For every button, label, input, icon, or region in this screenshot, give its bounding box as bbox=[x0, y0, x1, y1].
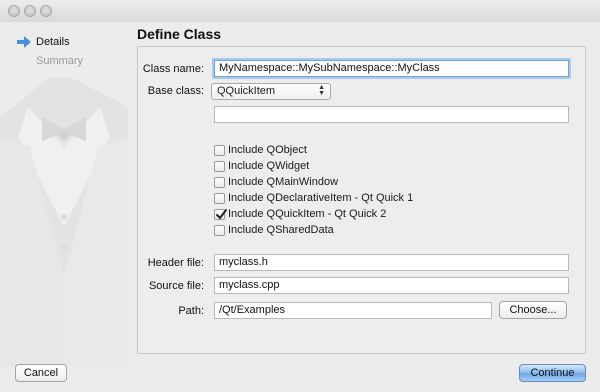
include-qshareddata-checkbox[interactable] bbox=[214, 225, 225, 236]
path-input[interactable]: /Qt/Examples bbox=[214, 302, 492, 319]
include-qmainwindow-checkbox[interactable] bbox=[214, 177, 225, 188]
class-name-label: Class name: bbox=[142, 63, 204, 75]
header-file-label: Header file: bbox=[147, 257, 204, 269]
checkmark-icon bbox=[216, 209, 227, 220]
wizard-sidebar: Details Summary bbox=[0, 22, 128, 367]
header-file-input[interactable]: myclass.h bbox=[214, 254, 569, 271]
details-panel: Class name: MyNamespace::MySubNamespace:… bbox=[137, 46, 586, 354]
source-file-label: Source file: bbox=[148, 280, 204, 292]
tuxedo-illustration bbox=[0, 77, 128, 367]
new-class-wizard-window: Details Summary Define Class Class name:… bbox=[0, 0, 600, 392]
minimize-window-button[interactable] bbox=[24, 5, 36, 17]
include-qwidget-checkbox[interactable] bbox=[214, 161, 225, 172]
include-qdeclarativeitem-checkbox[interactable] bbox=[214, 193, 225, 204]
base-class-label: Base class: bbox=[147, 85, 204, 97]
include-qshareddata-label: Include QSharedData bbox=[228, 224, 334, 236]
zoom-window-button[interactable] bbox=[40, 5, 52, 17]
include-qdeclarativeitem-label: Include QDeclarativeItem - Qt Quick 1 bbox=[228, 192, 414, 204]
base-class-custom-input[interactable] bbox=[214, 106, 569, 123]
title-bar bbox=[0, 0, 600, 22]
include-qquickitem-label: Include QQuickItem - Qt Quick 2 bbox=[228, 208, 387, 220]
include-qwidget-label: Include QWidget bbox=[228, 160, 310, 172]
include-qobject-checkbox[interactable] bbox=[214, 145, 225, 156]
select-arrows-icon: ▲ ▼ bbox=[318, 84, 325, 97]
page-title: Define Class bbox=[137, 26, 222, 42]
include-qobject-label: Include QObject bbox=[228, 144, 307, 156]
sidebar-item-details: Details bbox=[36, 36, 70, 48]
base-class-select[interactable]: QQuickItem ▲ ▼ bbox=[211, 83, 331, 100]
include-qmainwindow-label: Include QMainWindow bbox=[228, 176, 339, 188]
path-label: Path: bbox=[178, 305, 204, 317]
choose-path-button[interactable]: Choose... bbox=[499, 301, 567, 319]
sidebar-item-summary: Summary bbox=[36, 55, 84, 67]
close-window-button[interactable] bbox=[8, 5, 20, 17]
base-class-selected-value: QQuickItem bbox=[217, 85, 276, 97]
cancel-button[interactable]: Cancel bbox=[15, 364, 67, 382]
include-qquickitem-checkbox[interactable] bbox=[214, 209, 227, 220]
class-name-input[interactable]: MyNamespace::MySubNamespace::MyClass bbox=[214, 60, 569, 77]
source-file-input[interactable]: myclass.cpp bbox=[214, 277, 569, 294]
current-step-arrow-icon bbox=[17, 36, 31, 48]
continue-button[interactable]: Continue bbox=[519, 364, 586, 382]
